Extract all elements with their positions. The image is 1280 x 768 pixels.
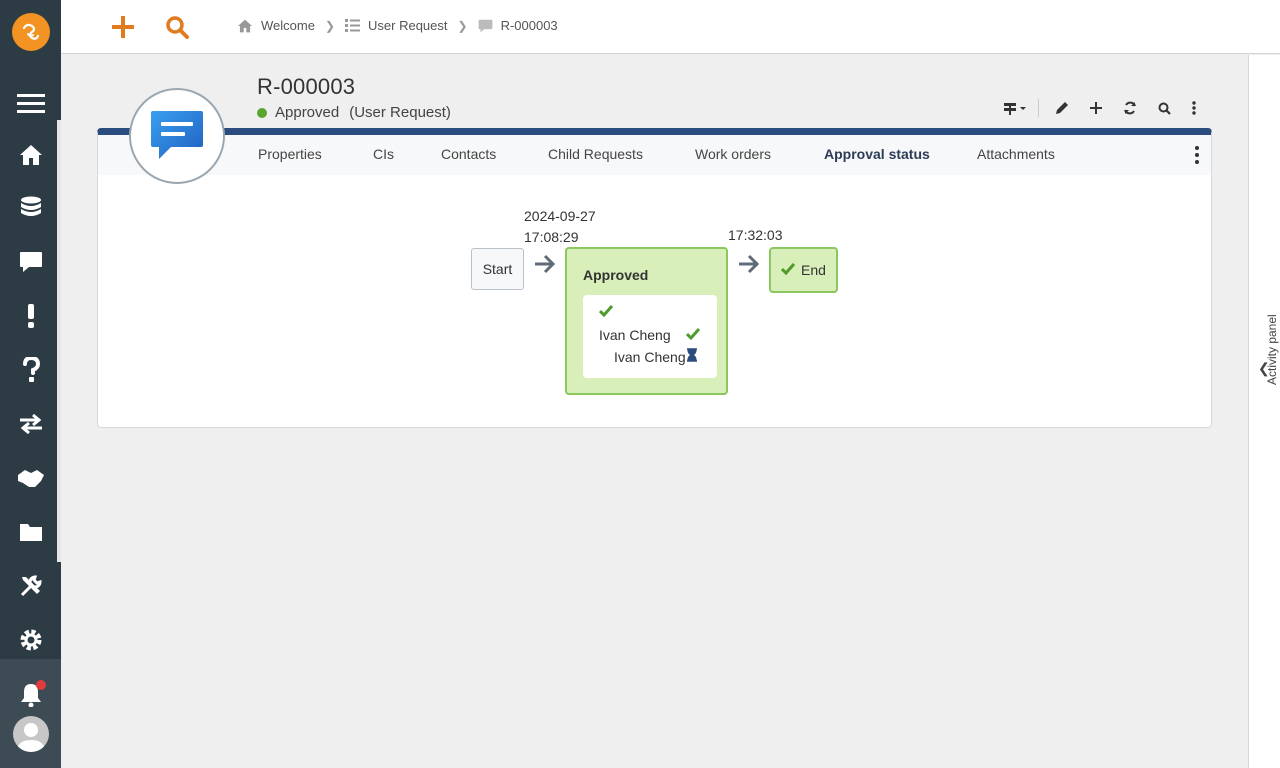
breadcrumb-welcome[interactable]: Welcome [237, 18, 315, 33]
breadcrumb: Welcome ❯ User Request ❯ R-000003 [237, 18, 558, 33]
tab-contacts[interactable]: Contacts [441, 146, 496, 162]
database-icon[interactable] [0, 188, 61, 228]
end-node-label: End [801, 262, 826, 278]
record-type: (User Request) [349, 104, 451, 121]
edit-button[interactable] [1045, 96, 1079, 120]
status-indicator [257, 107, 267, 118]
change-arrows-icon[interactable] [0, 404, 61, 444]
chat-icon [151, 111, 203, 159]
logo-icon [22, 23, 40, 40]
notifications-bell-icon[interactable] [0, 675, 61, 715]
arrow-right-icon [533, 254, 557, 280]
sidebar [0, 0, 61, 768]
activity-panel-label: Activity panel [1265, 314, 1279, 385]
approver-row: Ivan Cheng [614, 348, 698, 365]
workflow-start-node: Start [471, 248, 524, 290]
approver-name: Ivan Cheng [599, 327, 671, 343]
notification-badge [36, 680, 46, 690]
layout-icon [1004, 103, 1026, 115]
chevron-right-icon: ❯ [457, 18, 468, 33]
tab-attachments[interactable]: Attachments [977, 146, 1055, 162]
handshake-icon[interactable] [0, 458, 61, 498]
record-status: Approved (User Request) [257, 104, 451, 121]
tabs-more-button[interactable] [1191, 145, 1203, 165]
tools-icon[interactable] [0, 566, 61, 606]
chevron-right-icon: ❯ [324, 18, 336, 33]
home-icon [238, 19, 252, 32]
refresh-button[interactable] [1113, 96, 1147, 120]
tab-approval-status[interactable]: Approval status [824, 146, 930, 162]
breadcrumb-label: Welcome [261, 18, 315, 33]
approver-name: Ivan Cheng [614, 348, 686, 365]
workflow-end-node: End [769, 247, 838, 293]
settings-icon[interactable] [0, 620, 61, 660]
breadcrumb-current-record[interactable]: R-000003 [478, 18, 558, 33]
menu-icon[interactable] [0, 83, 61, 123]
refresh-icon [1124, 101, 1136, 115]
approvers-list: Ivan Cheng Ivan Cheng [583, 295, 717, 378]
hourglass-icon [686, 348, 698, 365]
workflow-approval-node: Approved Ivan Cheng Ivan Cheng [565, 247, 728, 395]
plus-icon [1090, 102, 1102, 114]
plus-icon [112, 16, 134, 38]
record-toolbar [998, 96, 1207, 120]
add-button[interactable] [108, 12, 138, 42]
tab-bar: Properties CIs Contacts Child Requests W… [98, 135, 1211, 175]
kebab-icon [1192, 101, 1196, 115]
app-logo[interactable] [12, 13, 50, 51]
approval-complete-check-icon [599, 305, 613, 317]
pencil-icon [1056, 102, 1068, 114]
top-bar: Welcome ❯ User Request ❯ R-000003 [61, 0, 1280, 54]
more-options-button[interactable] [1181, 96, 1207, 120]
user-avatar[interactable] [13, 716, 49, 752]
add-record-button[interactable] [1079, 96, 1113, 120]
chat-icon[interactable] [0, 242, 61, 282]
approval-date: 2024-09-27 [524, 208, 596, 224]
tab-cis[interactable]: CIs [373, 146, 394, 162]
activity-panel[interactable]: ❮ Activity panel [1248, 55, 1280, 768]
check-icon [780, 262, 796, 278]
breadcrumb-user-request[interactable]: User Request [345, 18, 448, 33]
search-button[interactable] [162, 12, 192, 42]
search-icon [1158, 102, 1171, 115]
record-type-avatar [129, 88, 225, 184]
list-icon [345, 19, 361, 32]
folder-icon[interactable] [0, 512, 61, 552]
search-record-button[interactable] [1147, 96, 1181, 120]
chat-icon [478, 19, 492, 32]
record-title: R-000003 [257, 74, 356, 99]
search-icon [166, 16, 189, 39]
question-icon[interactable] [0, 350, 61, 390]
approval-timestamp: 2024-09-27 17:08:29 [524, 206, 596, 248]
home-icon[interactable] [0, 135, 61, 175]
toolbar-divider [1038, 99, 1039, 117]
layout-dropdown-button[interactable] [998, 96, 1032, 120]
check-icon [685, 327, 700, 343]
approval-time: 17:08:29 [524, 229, 579, 245]
arrow-right-icon [737, 254, 761, 280]
approval-node-title: Approved [583, 267, 649, 283]
tab-child-requests[interactable]: Child Requests [548, 146, 643, 162]
breadcrumb-label: User Request [368, 18, 448, 33]
approver-row: Ivan Cheng [599, 327, 700, 343]
end-time: 17:32:03 [728, 227, 783, 243]
tab-work-orders[interactable]: Work orders [695, 146, 771, 162]
breadcrumb-label: R-000003 [500, 18, 558, 33]
incident-icon[interactable] [0, 296, 61, 336]
status-label: Approved [275, 104, 340, 121]
tab-properties[interactable]: Properties [258, 146, 322, 162]
